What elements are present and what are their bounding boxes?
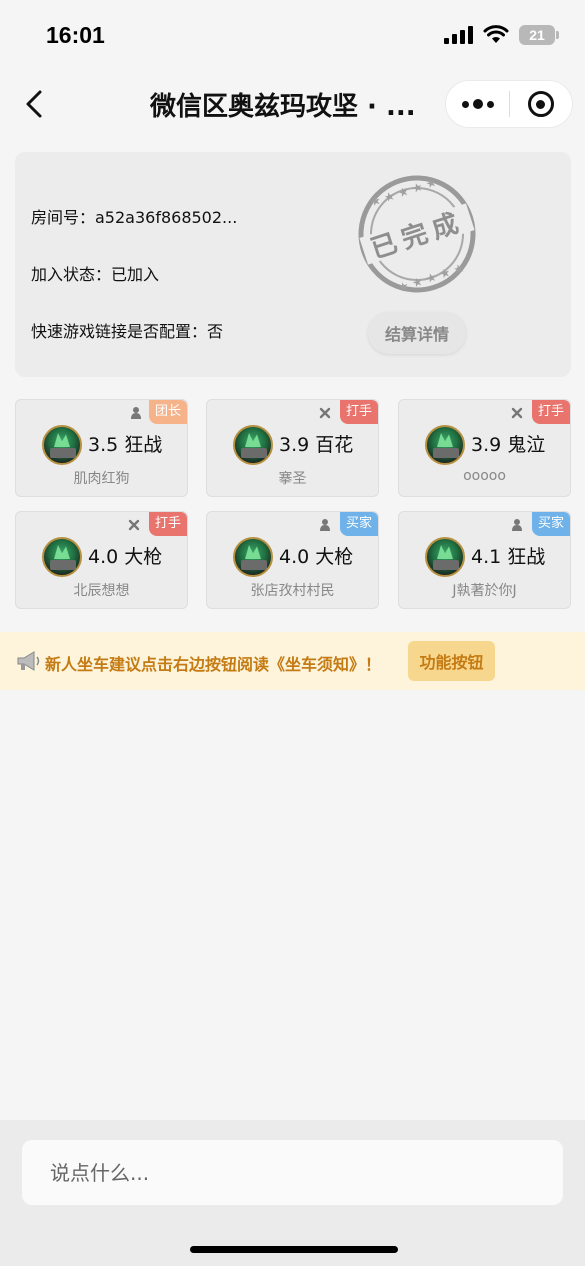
role-badge: 打手 (532, 400, 570, 424)
member-score: 4.0 (88, 546, 119, 568)
member-score: 4.1 (471, 546, 502, 568)
page-title: 微信区奥兹玛攻坚 · ... (150, 92, 416, 122)
member-name: J執著於你J (452, 583, 517, 599)
member-score-class: 4.0 大枪 (279, 542, 353, 569)
megaphone-icon (17, 651, 40, 671)
target-icon (527, 91, 554, 117)
role-badge: 打手 (340, 400, 378, 424)
crossed-swords-icon (127, 517, 141, 531)
avatar (42, 425, 82, 465)
avatar (233, 537, 273, 577)
wifi-icon (483, 25, 509, 43)
member-class: 鬼泣 (507, 434, 546, 456)
member-name: 北辰想想 (73, 583, 130, 599)
member-card[interactable]: 打手 3.9 百花 搴圣 (206, 399, 379, 497)
nav-bar: 微信区奥兹玛攻坚 · ... (0, 70, 585, 138)
member-class: 狂战 (507, 546, 546, 568)
member-class: 狂战 (124, 434, 163, 456)
member-card[interactable]: 买家 4.0 大枪张店孜村村民 (206, 511, 379, 609)
more-dot-icon (472, 99, 483, 109)
stamp-text: 已完成 (367, 206, 468, 265)
role-badge: 买家 (532, 512, 570, 536)
member-name: ooooo (463, 468, 506, 484)
member-score: 3.9 (471, 434, 502, 456)
avatar (233, 425, 273, 465)
member-score: 3.9 (279, 434, 310, 456)
status-bar: 16:01 21 (0, 0, 585, 70)
role-badge: 打手 (149, 512, 187, 536)
member-card[interactable]: 打手 3.9 鬼泣 ooooo (398, 399, 571, 497)
avatar (42, 537, 82, 577)
status-time: 16:01 (46, 22, 105, 48)
more-dot-icon (461, 100, 469, 108)
settlement-details-button[interactable]: 结算详情 (368, 312, 466, 354)
member-card[interactable]: 团长 3.5 狂战肌肉红狗 (15, 399, 188, 497)
quick-link-status: 快速游戏链接是否配置：否 (31, 322, 224, 341)
avatar (425, 425, 465, 465)
person-icon (129, 405, 143, 419)
notice-text: 新人坐车建议点击右边按钮阅读《坐车须知》！ (45, 655, 382, 674)
member-score: 4.0 (279, 546, 310, 568)
status-icons: 21 (444, 25, 559, 45)
member-score-class: 4.1 狂战 (471, 542, 545, 569)
crossed-swords-icon (510, 405, 524, 419)
member-score-class: 3.9 百花 (279, 430, 353, 457)
member-score-class: 3.5 狂战 (88, 430, 162, 457)
member-score-class: 3.9 鬼泣 (471, 430, 545, 457)
member-score: 3.5 (88, 434, 119, 456)
chat-input-bar (0, 1120, 585, 1266)
more-button[interactable] (446, 80, 509, 128)
signal-icon (444, 26, 473, 44)
notice-banner: 新人坐车建议点击右边按钮阅读《坐车须知》！ 功能按钮 (0, 632, 585, 690)
member-name: 搴圣 (278, 471, 307, 487)
person-icon (510, 517, 524, 531)
member-score-class: 4.0 大枪 (88, 542, 162, 569)
member-card[interactable]: 买家 4.1 狂战 J執著於你J (398, 511, 571, 609)
crossed-swords-icon (318, 405, 332, 419)
avatar (425, 537, 465, 577)
member-name: 张店孜村村民 (250, 583, 335, 599)
battery-icon: 21 (519, 25, 559, 45)
chevron-left-icon (26, 90, 42, 118)
completed-stamp: ★ ★ ★ ★ ★ ★ ★ ★ ★ ★ 已完成 (358, 175, 476, 295)
member-class: 大枪 (124, 546, 163, 568)
join-status: 加入状态：已加入 (31, 265, 160, 284)
back-button[interactable] (18, 84, 52, 124)
more-dot-icon (486, 100, 494, 108)
role-badge: 团长 (149, 400, 187, 424)
chat-input[interactable] (22, 1140, 563, 1205)
room-number: 房间号：a52a36f868502... (31, 208, 238, 227)
member-class: 百花 (315, 434, 354, 456)
mini-program-capsule (445, 80, 573, 128)
person-icon (318, 517, 332, 531)
close-button[interactable] (510, 80, 572, 128)
room-info-card: 房间号：a52a36f868502... 加入状态：已加入 快速游戏链接是否配置… (15, 152, 571, 377)
member-class: 大枪 (315, 546, 354, 568)
home-indicator (190, 1246, 398, 1253)
member-name: 肌肉红狗 (73, 471, 130, 487)
role-badge: 买家 (340, 512, 378, 536)
function-button[interactable]: 功能按钮 (408, 641, 495, 681)
member-card[interactable]: 打手 4.0 大枪北辰想想 (15, 511, 188, 609)
